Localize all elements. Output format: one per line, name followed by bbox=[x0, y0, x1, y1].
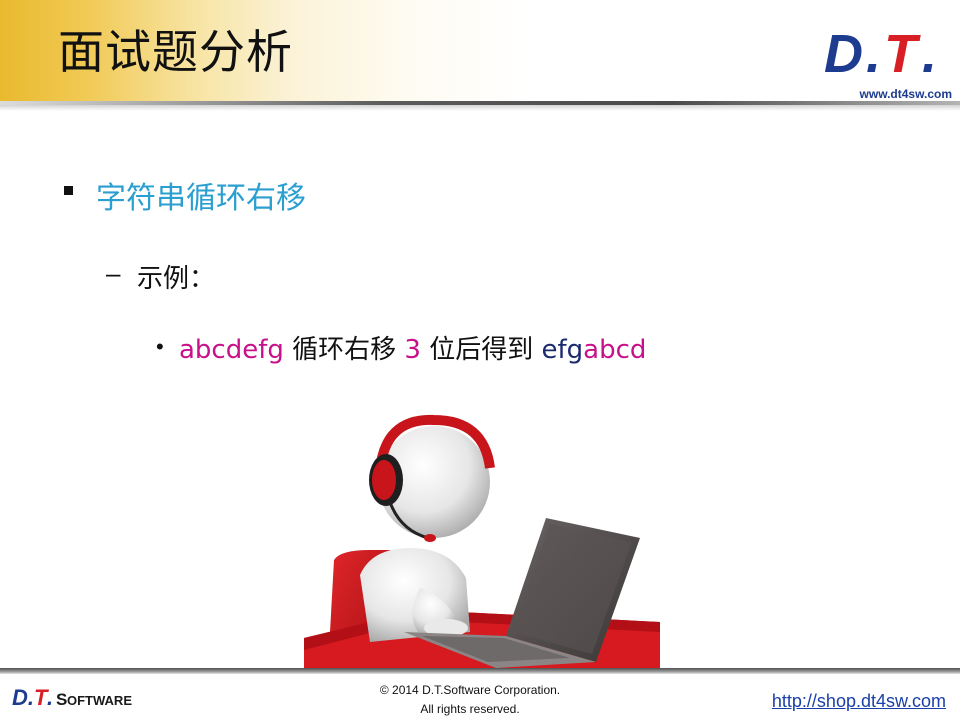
page-title: 面试题分析 bbox=[58, 25, 293, 79]
example-result-part-1: efg bbox=[541, 335, 584, 365]
svg-text:D: D bbox=[824, 24, 863, 82]
copyright-notice: © 2014 D.T.Software Corporation. All rig… bbox=[300, 681, 640, 719]
example-shift-count: 3 bbox=[404, 335, 421, 365]
svg-text:OFTWARE: OFTWARE bbox=[67, 693, 132, 708]
logo-url: www.dt4sw.com bbox=[859, 87, 952, 101]
svg-text:.: . bbox=[866, 24, 881, 82]
example-original-string: abcdefg bbox=[179, 335, 284, 365]
example-line: abcdefg 循环右移 3 位后得到 efgabcd bbox=[179, 329, 646, 366]
svg-text:.: . bbox=[922, 24, 937, 82]
square-bullet-icon bbox=[64, 186, 73, 195]
copyright-line-2: All rights reserved. bbox=[420, 702, 520, 716]
svg-text:D.: D. bbox=[12, 685, 34, 710]
copyright-line-1: © 2014 D.T.Software Corporation. bbox=[379, 683, 561, 697]
person-with-headset-at-laptop-icon bbox=[304, 414, 660, 672]
slide-header: 面试题分析 D . T . www.dt4sw.com bbox=[0, 0, 960, 103]
svg-text:.: . bbox=[47, 685, 53, 710]
bullet-heading: 字符串循环右移 bbox=[96, 181, 306, 216]
sub-bullet-text: 示例： bbox=[137, 264, 216, 294]
svg-text:S: S bbox=[56, 690, 67, 709]
svg-text:T: T bbox=[884, 24, 921, 82]
example-phrase-1: 循环右移 bbox=[283, 335, 405, 365]
shop-link[interactable]: http://shop.dt4sw.com bbox=[772, 691, 946, 712]
example-result-part-2: abcd bbox=[583, 335, 647, 365]
dt-software-logo: D. T . S OFTWARE bbox=[12, 685, 132, 710]
footer-divider bbox=[0, 668, 960, 674]
dash-bullet-icon: – bbox=[106, 258, 121, 288]
dt-logo: D . T . bbox=[824, 24, 937, 82]
example-phrase-2: 位后得到 bbox=[420, 335, 542, 365]
dot-bullet-icon: • bbox=[156, 334, 164, 359]
header-divider bbox=[0, 101, 960, 111]
